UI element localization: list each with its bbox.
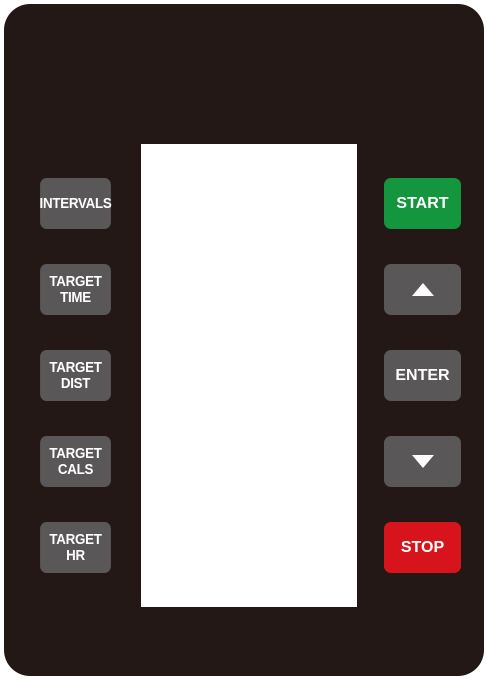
start-button-label: START: [396, 194, 449, 212]
intervals-button[interactable]: INTERVALS: [39, 178, 112, 229]
triangle-down-icon: [411, 455, 434, 468]
target-time-line1: TARGET: [49, 273, 102, 290]
triangle-up-icon: [411, 283, 434, 296]
target-time-line2: TIME: [60, 289, 91, 306]
target-dist-label: TARGET DIST: [49, 360, 101, 392]
target-hr-line1: TARGET: [49, 531, 102, 548]
control-panel: INTERVALS TARGET TIME TARGET DIST TARGET…: [4, 4, 484, 676]
stop-button-label: STOP: [400, 538, 445, 556]
target-cals-button[interactable]: TARGET CALS: [40, 436, 111, 487]
target-hr-button[interactable]: TARGET HR: [40, 522, 111, 573]
target-dist-line1: TARGET: [49, 359, 102, 376]
target-time-label: TARGET TIME: [49, 274, 101, 306]
target-cals-line1: TARGET: [49, 445, 102, 462]
start-button[interactable]: START: [384, 178, 461, 229]
enter-button-label: ENTER: [395, 366, 450, 384]
target-dist-line2: DIST: [60, 375, 91, 392]
target-cals-line2: CALS: [57, 461, 94, 478]
enter-button[interactable]: ENTER: [384, 350, 461, 401]
target-time-button[interactable]: TARGET TIME: [40, 264, 111, 315]
down-button[interactable]: [384, 436, 461, 487]
target-cals-label: TARGET CALS: [49, 446, 101, 478]
up-button[interactable]: [384, 264, 461, 315]
display-screen: [141, 144, 357, 607]
target-hr-line2: HR: [66, 547, 85, 564]
target-dist-button[interactable]: TARGET DIST: [40, 350, 111, 401]
intervals-button-label: INTERVALS: [39, 195, 112, 212]
target-hr-label: TARGET HR: [49, 532, 101, 564]
stop-button[interactable]: STOP: [384, 522, 461, 573]
